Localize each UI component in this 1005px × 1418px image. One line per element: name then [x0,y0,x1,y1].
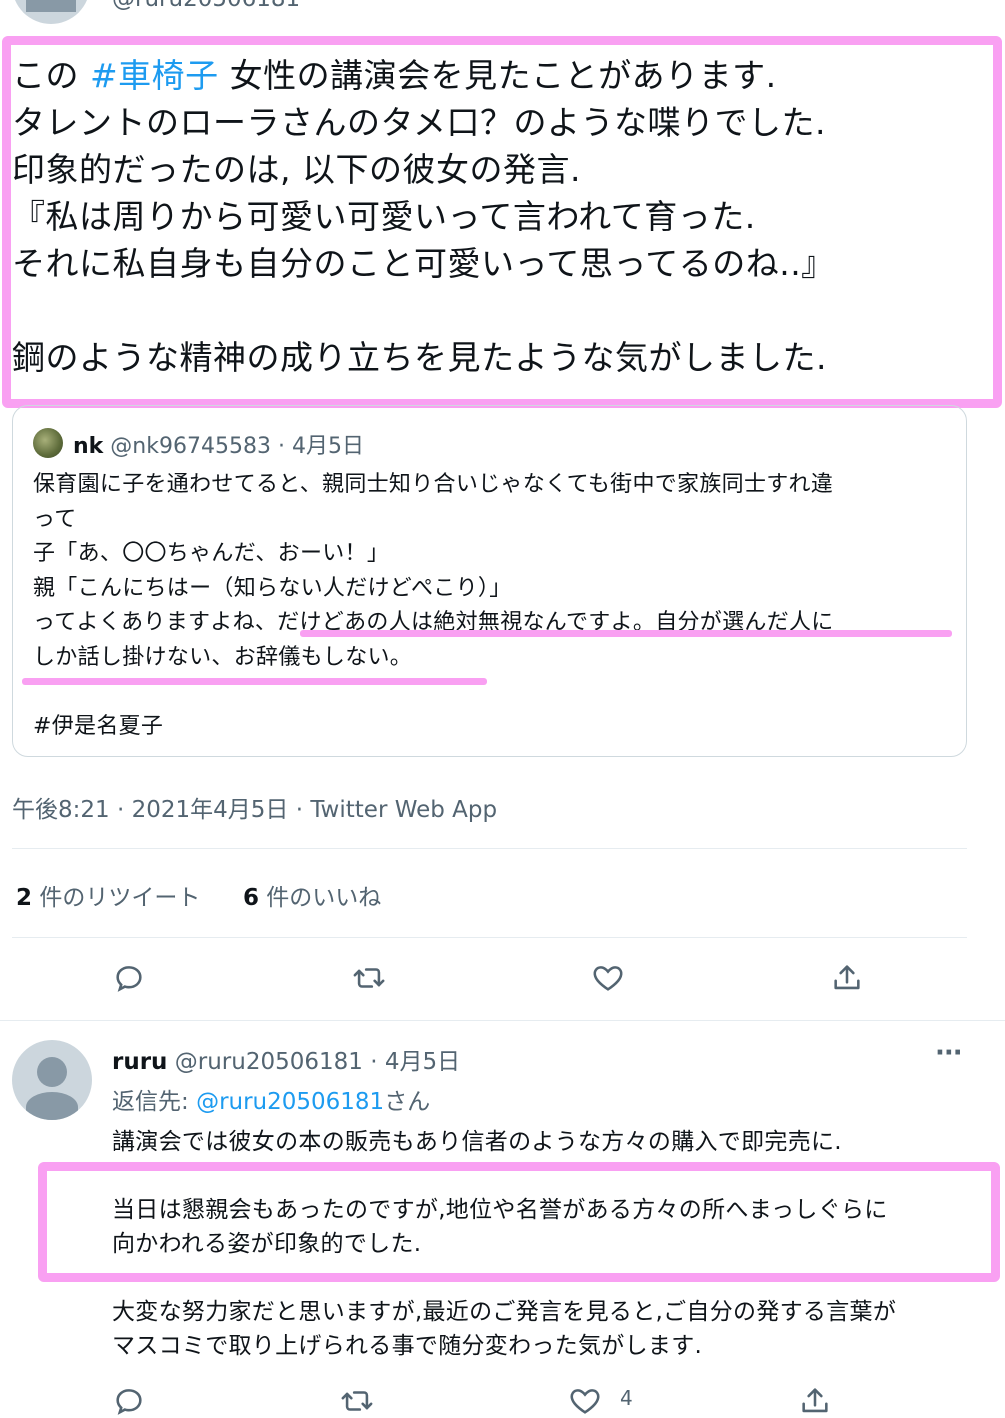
quoted-hashtag[interactable]: #伊是名夏子 [33,710,834,745]
tweet-timestamp[interactable]: 午後8:21 · 2021年4月5日 · Twitter Web App [12,790,497,824]
quoted-date[interactable]: · 4月5日 [278,434,364,459]
reply-header: ruru @ruru20506181 · 4月5日 [112,1042,460,1076]
quoted-line: 親「こんにちはー（知らない人だけどぺこり）」 [33,575,512,601]
quoted-line: 子「あ、〇〇ちゃんだ、おーい！」 [33,541,390,566]
highlight-box [2,36,1002,408]
share-icon[interactable] [798,1384,832,1418]
quoted-tweet-card[interactable]: nk @nk96745583 · 4月5日 保育園に子を通わせてると、親同士知り… [12,405,967,757]
reply-to-handle-link[interactable]: @ruru20506181 [196,1089,384,1115]
quoted-author-name[interactable]: nk [73,434,103,459]
quoted-line: って [33,506,77,532]
quoted-text: 保育園に子を通わせてると、親同士知り合いじゃなくても街中で家族同士すれ違 って … [33,468,834,744]
divider [0,1020,1005,1021]
retweet-stat[interactable]: 2 件のリツイート [16,885,200,911]
retweet-icon[interactable] [340,1384,374,1418]
heart-icon[interactable] [591,961,625,995]
quoted-header: nk @nk96745583 · 4月5日 [73,428,364,460]
author-handle[interactable]: @ruru20506181 [112,0,300,12]
avatar[interactable] [12,0,90,24]
reply-line: 講演会では彼女の本の販売もあり信者のような方々の購入で即完売に. [112,1129,842,1155]
divider [12,848,967,849]
reply-date[interactable]: · 4月5日 [370,1049,460,1075]
reply-avatar[interactable] [12,1040,92,1120]
highlight-underline [300,630,952,637]
reply-line: 大変な努力家だと思いますが,最近のご発言を見ると,ご自分の発する言葉が [112,1299,897,1325]
quoted-author-handle[interactable]: @nk96745583 [110,434,271,459]
share-icon[interactable] [830,961,864,995]
reply-author-handle[interactable]: @ruru20506181 [175,1049,363,1075]
reply-icon[interactable] [112,1384,146,1418]
like-stat[interactable]: 6 件のいいね [243,885,381,911]
quoted-avatar [33,428,63,458]
quoted-line: 保育園に子を通わせてると、親同士知り合いじゃなくても街中で家族同士すれ違 [33,472,834,497]
heart-icon[interactable] [568,1384,602,1418]
more-options-icon[interactable]: ··· [935,1038,963,1068]
reply-to: 返信先: @ruru20506181さん [112,1089,431,1115]
highlight-underline [22,678,487,685]
quoted-line: しか話し掛けない、お辞儀もしない。 [33,644,413,670]
highlight-box [38,1162,1000,1282]
reply-like-count: 4 [620,1386,633,1410]
reply-author-name[interactable]: ruru [112,1049,167,1075]
divider [12,937,967,938]
tweet-stats: 2 件のリツイート 6 件のいいね [16,878,381,912]
retweet-icon[interactable] [352,961,386,995]
reply-icon[interactable] [112,961,146,995]
reply-line: マスコミで取り上げられる事で随分変わった気がします. [112,1333,703,1359]
